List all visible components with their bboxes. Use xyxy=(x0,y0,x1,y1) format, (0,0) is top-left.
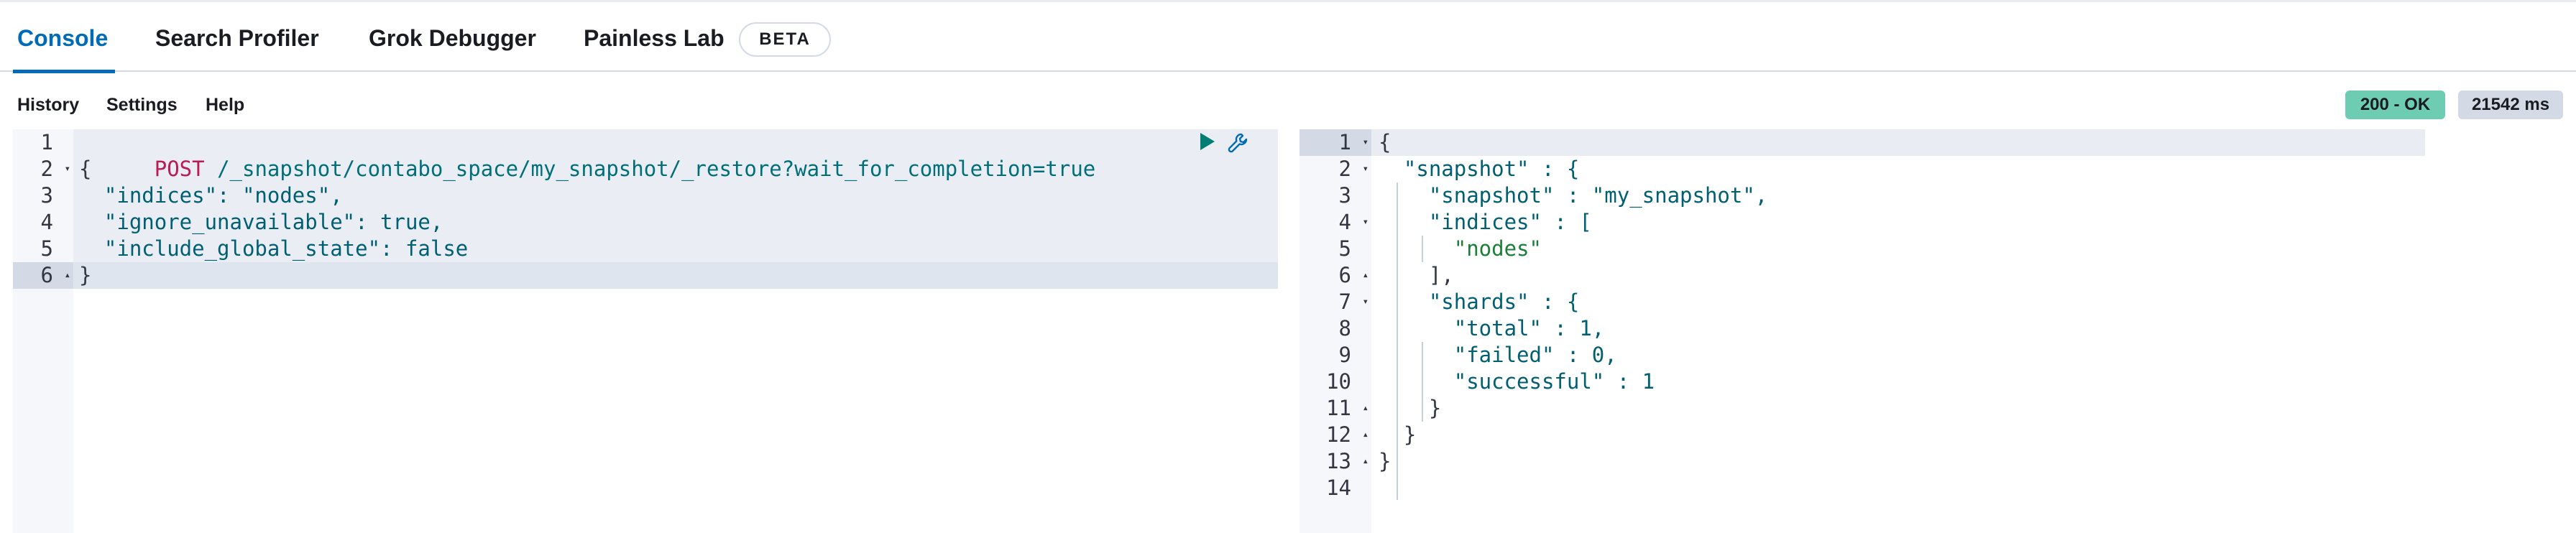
line-number: 6 xyxy=(1338,263,1351,287)
code-line: "successful" : 1 xyxy=(1379,369,1655,394)
line-number: 4 xyxy=(40,210,53,234)
line-number: 5 xyxy=(40,236,53,261)
code-line: "include_global_state": false xyxy=(79,236,469,261)
request-active-line xyxy=(73,262,1278,289)
request-path: /_snapshot/contabo_space/my_snapshot/_re… xyxy=(204,157,1096,181)
wrench-icon[interactable] xyxy=(1226,131,1249,154)
code-line: "indices" : [ xyxy=(1379,210,1592,234)
line-number: 11 xyxy=(1326,396,1351,420)
fold-icon[interactable]: ▾ xyxy=(1354,289,1368,315)
line-number: 9 xyxy=(1338,343,1351,367)
line-number: 3 xyxy=(1338,183,1351,208)
code-line: "snapshot" : { xyxy=(1379,157,1580,181)
code-line: "snapshot" : "my_snapshot", xyxy=(1379,183,1768,208)
line-number: 1 xyxy=(40,130,53,154)
code-line: "shards" : { xyxy=(1379,289,1580,314)
line-number: 2 xyxy=(1338,157,1351,181)
line-number: 8 xyxy=(1338,316,1351,340)
line-number: 14 xyxy=(1326,476,1351,500)
code-line: "ignore_unavailable": true, xyxy=(79,210,443,234)
code-line: "total" : 1, xyxy=(1379,316,1605,340)
code-line: "failed" : 0, xyxy=(1379,343,1617,367)
code-line: "indices": "nodes", xyxy=(79,183,343,208)
request-editor[interactable]: 1 2 ▾ 3 4 5 6 ▴ POST /_snapshot/contabo_… xyxy=(13,129,1278,533)
response-editor[interactable]: 1 ▾ 2 ▾ 3 4 ▾ 5 6 ▴ 7 ▾ 8 9 10 11 ▴ 12 ▴… xyxy=(1300,129,2569,533)
active-tab-indicator xyxy=(13,70,115,73)
fold-icon[interactable]: ▴ xyxy=(1354,448,1368,475)
beta-badge: BETA xyxy=(739,22,831,57)
help-menu[interactable]: Help xyxy=(206,95,244,116)
tab-console[interactable]: Console xyxy=(17,24,108,52)
fold-icon[interactable]: ▴ xyxy=(56,262,70,289)
fold-icon[interactable]: ▴ xyxy=(1354,422,1368,448)
fold-icon[interactable]: ▾ xyxy=(1354,156,1368,182)
line-number: 5 xyxy=(1338,236,1351,261)
line-number: 2 xyxy=(40,157,53,181)
line-number: 13 xyxy=(1326,449,1351,473)
code-line: { xyxy=(1379,130,1392,154)
request-method: POST xyxy=(154,157,205,181)
tab-search-profiler[interactable]: Search Profiler xyxy=(155,24,319,52)
code-line: } xyxy=(1379,396,1442,420)
fold-icon[interactable]: ▾ xyxy=(56,156,70,182)
line-number: 1 xyxy=(1338,130,1351,154)
fold-icon[interactable]: ▴ xyxy=(1354,262,1368,289)
response-active-line xyxy=(1371,129,2425,156)
line-number: 4 xyxy=(1338,210,1351,234)
fold-icon[interactable]: ▾ xyxy=(1354,129,1368,156)
code-line: } xyxy=(1379,449,1392,473)
history-menu[interactable]: History xyxy=(17,95,79,116)
line-number: 10 xyxy=(1326,369,1351,394)
line-number: 3 xyxy=(40,183,53,208)
code-line: ], xyxy=(1379,263,1454,287)
tab-bar: Console Search Profiler Grok Debugger Pa… xyxy=(0,0,2576,73)
line-number: 12 xyxy=(1326,422,1351,447)
status-badge: 200 - OK xyxy=(2345,91,2445,119)
line-number: 6 xyxy=(40,263,53,287)
tab-grok-debugger[interactable]: Grok Debugger xyxy=(369,24,536,52)
fold-icon[interactable]: ▴ xyxy=(1354,395,1368,422)
settings-menu[interactable]: Settings xyxy=(106,95,178,116)
code-line: { xyxy=(79,157,92,181)
tab-painless-lab[interactable]: Painless Lab xyxy=(584,24,724,52)
code-line: } xyxy=(79,263,92,287)
play-icon[interactable] xyxy=(1200,133,1215,150)
time-badge: 21542 ms xyxy=(2458,91,2563,119)
code-line: "nodes" xyxy=(1379,236,1542,261)
code-line: } xyxy=(1379,422,1417,447)
fold-icon[interactable]: ▾ xyxy=(1354,209,1368,236)
line-number: 7 xyxy=(1338,289,1351,314)
